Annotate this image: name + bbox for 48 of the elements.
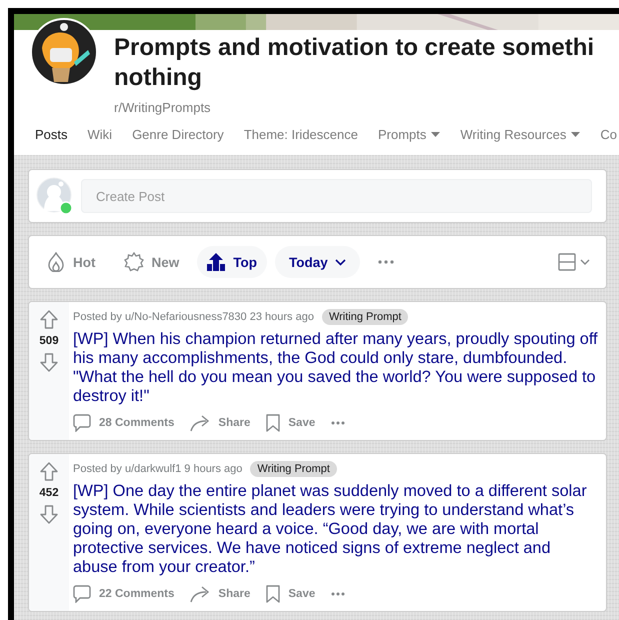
sort-option[interactable]: New xyxy=(114,246,190,278)
post-byline: Posted by u/No-Nefariousness7830 23 hours ago xyxy=(73,311,314,323)
upvote-icon[interactable] xyxy=(40,310,58,329)
upvote-icon[interactable] xyxy=(40,462,58,481)
nav-tab[interactable]: Wiki xyxy=(88,127,112,155)
post-byline: Posted by u/darkwulf1 9 hours ago xyxy=(73,463,242,475)
comments-button[interactable]: 22 Comments xyxy=(73,585,174,603)
bookmark-icon xyxy=(266,414,280,432)
nav-tab[interactable]: Co xyxy=(600,127,617,155)
community-title: Prompts and motivation to create somethi nothing xyxy=(114,33,594,93)
nav-tab[interactable]: Prompts xyxy=(378,127,440,155)
nav-tab[interactable]: Writing Resources xyxy=(460,127,580,155)
rising-bars-icon xyxy=(207,253,226,271)
nav-tab[interactable]: Posts xyxy=(35,127,68,155)
downvote-icon[interactable] xyxy=(40,505,58,524)
create-post-field[interactable]: Create Post xyxy=(81,179,592,213)
comment-icon xyxy=(73,585,91,603)
comments-button[interactable]: 28 Comments xyxy=(73,414,174,432)
more-icon[interactable] xyxy=(331,421,346,425)
share-button[interactable]: Share xyxy=(190,585,250,603)
share-button[interactable]: Share xyxy=(190,414,250,432)
vote-count: 452 xyxy=(39,487,59,499)
share-arrow-icon xyxy=(190,414,210,432)
user-avatar-icon xyxy=(36,177,74,215)
post-title[interactable]: [WP] When his champion returned after many years, proudly spouting off his many accomplishments, the God could only stare, dumbfounded. "What the hell do you mean you saved the world? You were supposed to destroy it!" xyxy=(73,330,598,406)
sort-option[interactable]: Top xyxy=(197,246,268,278)
downvote-icon[interactable] xyxy=(40,353,58,372)
bookmark-icon xyxy=(266,585,280,603)
more-icon[interactable] xyxy=(331,592,346,596)
flair-tag[interactable]: Writing Prompt xyxy=(322,309,408,325)
share-arrow-icon xyxy=(190,585,210,603)
post-title[interactable]: [WP] One day the entire planet was suddenly moved to a different solar system. While scientists and leaders were trying to understand what’s going on, everyone heard a voice. “Good day, we are with mortal protective services. We have noticed signs of extreme neglect and abuse from your creator.” xyxy=(73,482,598,577)
subreddit-name: r/WritingPrompts xyxy=(114,100,212,115)
time-filter-dropdown[interactable]: Today xyxy=(275,246,360,278)
vote-count: 509 xyxy=(39,335,59,347)
flair-tag[interactable]: Writing Prompt xyxy=(250,461,337,477)
save-button[interactable]: Save xyxy=(266,414,316,432)
flame-icon xyxy=(47,252,65,272)
nav-tab[interactable]: Genre Directory xyxy=(132,127,224,155)
burst-icon xyxy=(124,252,144,272)
nav-tab[interactable]: Theme: Iridescence xyxy=(244,127,358,155)
sort-option[interactable]: Hot xyxy=(37,246,106,278)
save-button[interactable]: Save xyxy=(266,585,316,603)
more-icon[interactable] xyxy=(378,260,394,264)
chevron-down-icon xyxy=(334,258,346,266)
comment-icon xyxy=(73,414,91,432)
layout-icon[interactable] xyxy=(558,253,590,271)
community-avatar-icon xyxy=(30,18,98,86)
